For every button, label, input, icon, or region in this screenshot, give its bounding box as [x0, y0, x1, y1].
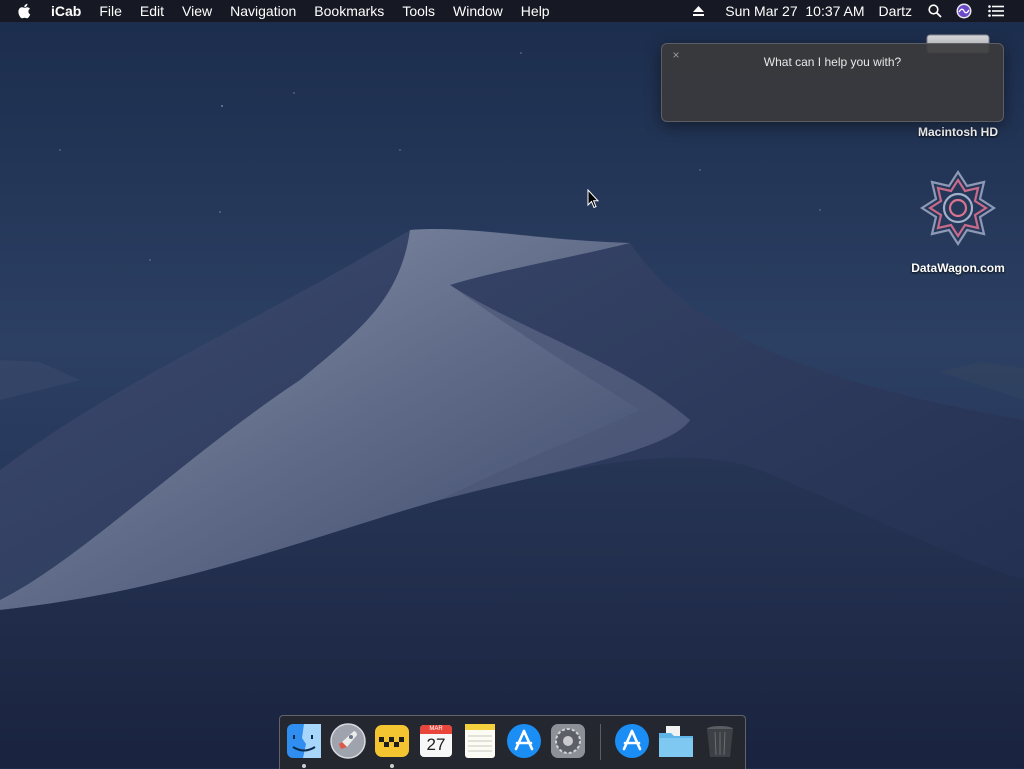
- app-store-icon: [615, 724, 649, 758]
- menu-tools[interactable]: Tools: [393, 0, 444, 22]
- desktop-icon-datawagon[interactable]: DataWagon.com: [900, 168, 1016, 280]
- dock-notes[interactable]: [461, 722, 499, 760]
- folder-icon: [659, 726, 693, 757]
- menu-clock[interactable]: Sun Mar 27 10:37 AM: [711, 0, 870, 22]
- dock-documents-folder[interactable]: [657, 722, 695, 760]
- menu-navigation[interactable]: Navigation: [221, 0, 305, 22]
- menu-bookmarks[interactable]: Bookmarks: [305, 0, 393, 22]
- menu-bar: iCab File Edit View Navigation Bookmarks…: [0, 0, 1024, 22]
- siri-panel: × What can I help you with?: [661, 43, 1004, 122]
- desktop-icon-label: Macintosh HD: [917, 125, 998, 139]
- notification-center-icon[interactable]: [978, 0, 1010, 22]
- dock-launchpad[interactable]: [329, 722, 367, 760]
- menu-app-name[interactable]: iCab: [42, 0, 90, 22]
- menu-window[interactable]: Window: [444, 0, 512, 22]
- calendar-day: 27: [426, 735, 446, 754]
- menu-edit[interactable]: Edit: [131, 0, 173, 22]
- dock-icab[interactable]: [373, 722, 411, 760]
- notes-icon: [465, 724, 495, 758]
- running-indicator: [302, 764, 306, 768]
- menu-help[interactable]: Help: [512, 0, 559, 22]
- app-store-icon: [507, 724, 541, 758]
- dock-separator: [600, 724, 601, 760]
- dock-app-store[interactable]: [505, 722, 543, 760]
- gear-icon: [551, 724, 585, 758]
- mouse-cursor-icon: [587, 189, 599, 209]
- launchpad-rocket-icon: [330, 723, 366, 759]
- trash-icon: [707, 726, 733, 757]
- spotlight-search-icon[interactable]: [918, 0, 948, 22]
- running-indicator: [390, 764, 394, 768]
- menu-user[interactable]: Dartz: [871, 0, 918, 22]
- datawagon-logo-icon: [919, 169, 997, 247]
- finder-icon: [287, 724, 321, 758]
- icab-taxi-icon: [375, 725, 409, 757]
- dock-calendar[interactable]: MAR 27: [417, 722, 455, 760]
- dock: MAR 27: [279, 715, 746, 769]
- dock-finder[interactable]: [285, 722, 323, 760]
- dock-downloads-stack[interactable]: [613, 722, 651, 760]
- menu-file[interactable]: File: [90, 0, 131, 22]
- dock-system-preferences[interactable]: [549, 722, 587, 760]
- menu-view[interactable]: View: [173, 0, 221, 22]
- siri-icon[interactable]: [948, 0, 978, 22]
- apple-menu-icon[interactable]: [18, 0, 42, 22]
- siri-prompt-text: What can I help you with?: [763, 55, 902, 69]
- eject-icon[interactable]: [686, 0, 711, 22]
- dock-trash[interactable]: [701, 722, 739, 760]
- calendar-month: MAR: [429, 726, 443, 732]
- desktop-icon-label: DataWagon.com: [911, 261, 1005, 275]
